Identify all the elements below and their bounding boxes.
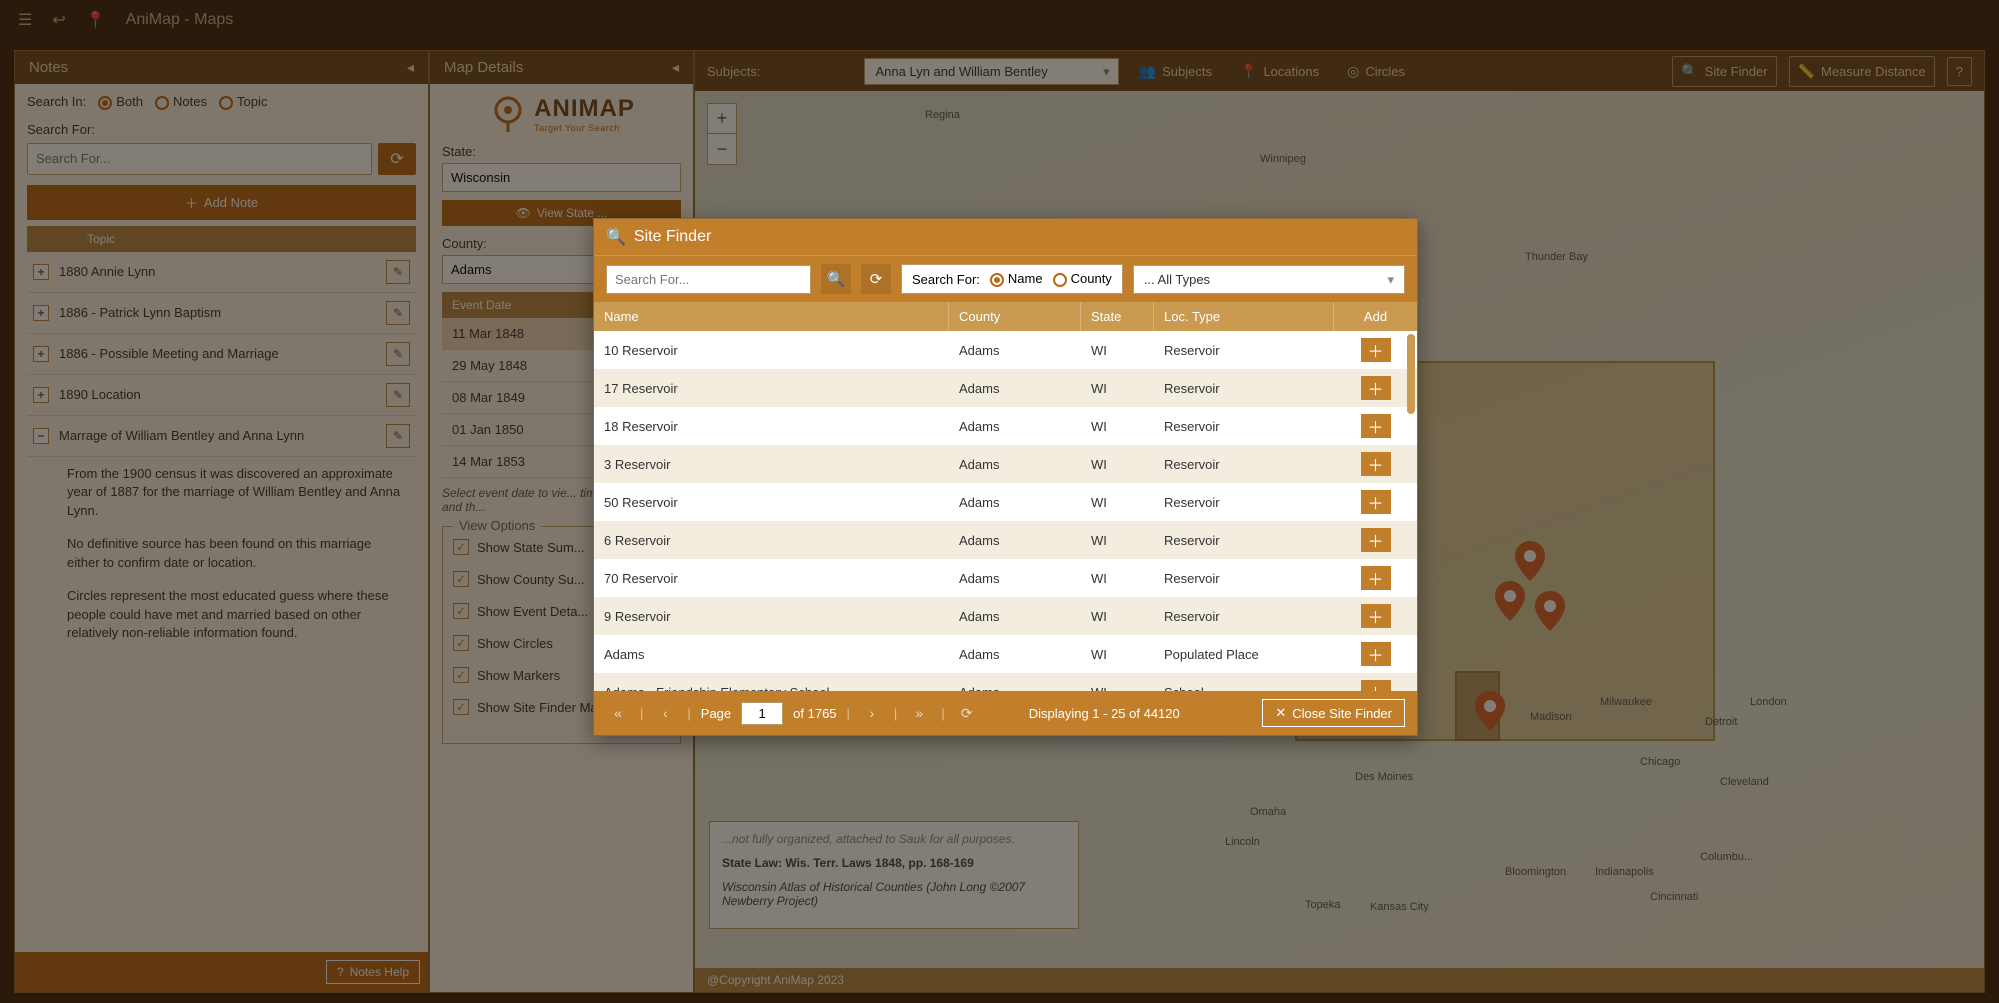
- site-finder-header: 🔍 Site Finder: [594, 219, 1417, 255]
- radio-county[interactable]: County: [1053, 271, 1112, 287]
- search-icon: 🔍: [606, 227, 626, 247]
- add-site-button[interactable]: ＋: [1361, 528, 1391, 552]
- cell-state: WI: [1081, 526, 1154, 555]
- page-last-button[interactable]: »: [907, 701, 931, 725]
- table-row[interactable]: 9 ReservoirAdamsWIReservoir ＋: [594, 597, 1417, 635]
- col-loc-type[interactable]: Loc. Type: [1154, 302, 1334, 331]
- table-row[interactable]: 17 ReservoirAdamsWIReservoir ＋: [594, 369, 1417, 407]
- cell-type: Reservoir: [1154, 412, 1334, 441]
- add-site-button[interactable]: ＋: [1361, 642, 1391, 666]
- add-site-button[interactable]: ＋: [1361, 604, 1391, 628]
- cell-county: Adams: [949, 412, 1081, 441]
- table-row[interactable]: 6 ReservoirAdamsWIReservoir ＋: [594, 521, 1417, 559]
- cell-state: WI: [1081, 564, 1154, 593]
- site-finder-refresh-button[interactable]: ⟳: [861, 264, 891, 294]
- page-prev-button[interactable]: ‹: [653, 701, 677, 725]
- add-site-button[interactable]: ＋: [1361, 376, 1391, 400]
- cell-state: WI: [1081, 374, 1154, 403]
- cell-state: WI: [1081, 602, 1154, 631]
- cell-type: Populated Place: [1154, 640, 1334, 669]
- table-row[interactable]: Adams - Friendship Elementary SchoolAdam…: [594, 673, 1417, 691]
- add-site-button[interactable]: ＋: [1361, 338, 1391, 362]
- page-of: of 1765: [793, 706, 836, 721]
- add-site-button[interactable]: ＋: [1361, 680, 1391, 691]
- cell-name: Adams - Friendship Elementary School: [594, 678, 949, 692]
- table-row[interactable]: 3 ReservoirAdamsWIReservoir ＋: [594, 445, 1417, 483]
- cell-county: Adams: [949, 488, 1081, 517]
- close-icon: ✕: [1275, 705, 1286, 721]
- cell-name: 9 Reservoir: [594, 602, 949, 631]
- cell-type: Reservoir: [1154, 564, 1334, 593]
- site-finder-toolbar: 🔍 ⟳ Search For: Name County ... All Type…: [594, 255, 1417, 302]
- cell-state: WI: [1081, 336, 1154, 365]
- radio-name[interactable]: Name: [990, 271, 1043, 287]
- cell-name: 3 Reservoir: [594, 450, 949, 479]
- cell-county: Adams: [949, 526, 1081, 555]
- cell-county: Adams: [949, 450, 1081, 479]
- cell-county: Adams: [949, 336, 1081, 365]
- cell-state: WI: [1081, 488, 1154, 517]
- add-site-button[interactable]: ＋: [1361, 414, 1391, 438]
- table-row[interactable]: 10 ReservoirAdamsWIReservoir ＋: [594, 331, 1417, 369]
- page-label: Page: [701, 706, 731, 721]
- cell-county: Adams: [949, 564, 1081, 593]
- cell-name: 10 Reservoir: [594, 336, 949, 365]
- cell-county: Adams: [949, 602, 1081, 631]
- add-site-button[interactable]: ＋: [1361, 566, 1391, 590]
- table-row[interactable]: 18 ReservoirAdamsWIReservoir ＋: [594, 407, 1417, 445]
- table-row[interactable]: 70 ReservoirAdamsWIReservoir ＋: [594, 559, 1417, 597]
- page-first-button[interactable]: «: [606, 701, 630, 725]
- site-finder-modal: 🔍 Site Finder 🔍 ⟳ Search For: Name Count…: [593, 218, 1418, 736]
- cell-type: Reservoir: [1154, 602, 1334, 631]
- table-header: Name County State Loc. Type Add: [594, 302, 1417, 331]
- site-finder-search-for: Search For: Name County: [901, 264, 1123, 294]
- cell-state: WI: [1081, 640, 1154, 669]
- site-finder-table: Name County State Loc. Type Add 10 Reser…: [594, 302, 1417, 691]
- cell-type: Reservoir: [1154, 526, 1334, 555]
- cell-type: Reservoir: [1154, 450, 1334, 479]
- cell-name: 18 Reservoir: [594, 412, 949, 441]
- cell-type: Reservoir: [1154, 374, 1334, 403]
- site-finder-title: Site Finder: [634, 228, 711, 246]
- cell-name: Adams: [594, 640, 949, 669]
- cell-county: Adams: [949, 374, 1081, 403]
- cell-type: School: [1154, 678, 1334, 692]
- site-finder-search-button[interactable]: 🔍: [821, 264, 851, 294]
- cell-county: Adams: [949, 678, 1081, 692]
- cell-name: 50 Reservoir: [594, 488, 949, 517]
- cell-state: WI: [1081, 678, 1154, 692]
- cell-county: Adams: [949, 640, 1081, 669]
- col-add: Add: [1334, 302, 1417, 331]
- col-state[interactable]: State: [1081, 302, 1154, 331]
- page-next-button[interactable]: ›: [860, 701, 884, 725]
- table-row[interactable]: AdamsAdamsWIPopulated Place＋: [594, 635, 1417, 673]
- cell-type: Reservoir: [1154, 488, 1334, 517]
- table-row[interactable]: 50 ReservoirAdamsWIReservoir ＋: [594, 483, 1417, 521]
- site-finder-search-input[interactable]: [606, 265, 811, 294]
- col-name[interactable]: Name: [594, 302, 949, 331]
- cell-name: 17 Reservoir: [594, 374, 949, 403]
- cell-name: 70 Reservoir: [594, 564, 949, 593]
- site-finder-type-select[interactable]: ... All Types: [1133, 265, 1405, 294]
- col-county[interactable]: County: [949, 302, 1081, 331]
- close-site-finder-button[interactable]: ✕Close Site Finder: [1262, 699, 1405, 727]
- cell-state: WI: [1081, 412, 1154, 441]
- cell-type: Reservoir: [1154, 336, 1334, 365]
- scrollbar[interactable]: [1407, 334, 1415, 414]
- add-site-button[interactable]: ＋: [1361, 490, 1391, 514]
- page-input[interactable]: [741, 702, 783, 725]
- displaying-text: Displaying 1 - 25 of 44120: [1029, 706, 1180, 721]
- site-finder-footer: « | ‹ | Page of 1765 | › | » | ⟳ Display…: [594, 691, 1417, 735]
- add-site-button[interactable]: ＋: [1361, 452, 1391, 476]
- page-refresh-button[interactable]: ⟳: [955, 701, 979, 725]
- cell-name: 6 Reservoir: [594, 526, 949, 555]
- cell-state: WI: [1081, 450, 1154, 479]
